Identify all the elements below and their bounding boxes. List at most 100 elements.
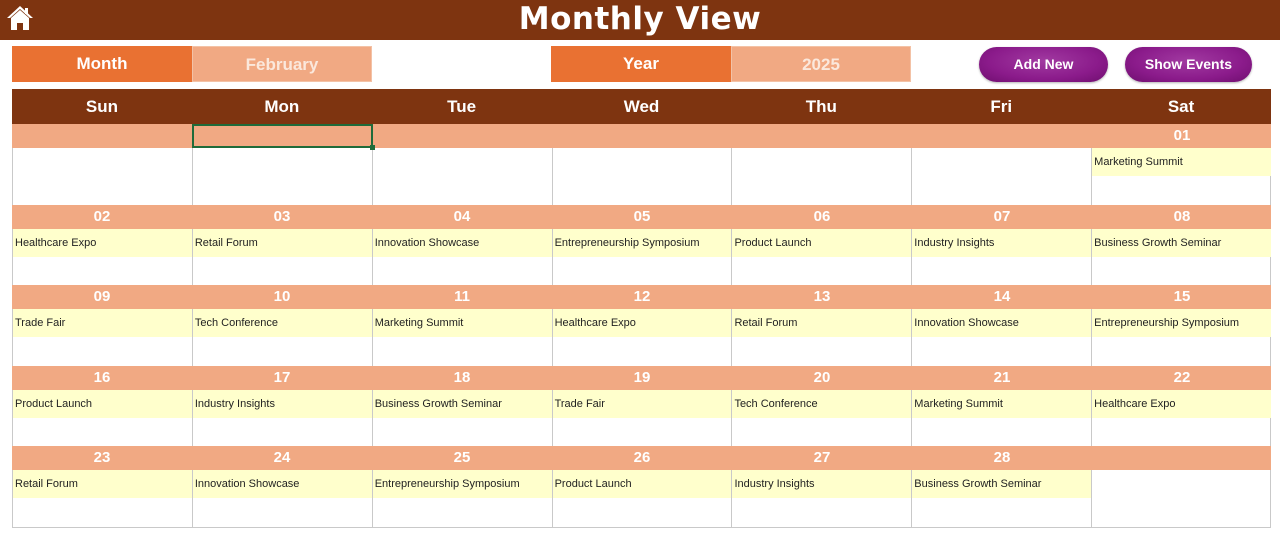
event-item[interactable]: Healthcare Expo	[13, 228, 192, 257]
day-cell[interactable]: Entrepreneurship Symposium	[371, 470, 552, 527]
day-cell[interactable]: Innovation Showcase	[191, 470, 372, 527]
date-number: 22	[1173, 368, 1191, 386]
date-number: 08	[1173, 207, 1191, 225]
date-band: 23 24 25 26 27 28	[12, 446, 1271, 470]
event-item[interactable]: Tech Conference	[192, 309, 372, 337]
date-number: 27	[813, 449, 831, 466]
day-cell[interactable]: Business Growth Seminar	[1091, 228, 1272, 286]
day-cell[interactable]: Marketing Summit	[911, 389, 1092, 447]
event-item[interactable]: Innovation Showcase	[372, 228, 552, 257]
day-cells: Trade Fair Tech Conference Marketing Summi…	[12, 309, 1272, 366]
date-number: 07	[993, 207, 1011, 225]
date-number	[1092, 446, 1272, 470]
event-item[interactable]: Marketing Summit	[372, 309, 552, 337]
day-of-week-header: Sun Mon Tue Wed Thu Fri Sat	[12, 89, 1271, 124]
day-cell[interactable]	[371, 148, 552, 205]
year-label: Year	[551, 46, 731, 82]
date-number	[12, 124, 192, 148]
event-item[interactable]: Marketing Summit	[1092, 148, 1272, 176]
week-row: 02 03 04 05 06 07 08 Healthcare Expo Retail Foru…	[12, 204, 1272, 286]
event-item[interactable]: Trade Fair	[13, 309, 192, 337]
date-number: 18	[453, 368, 471, 386]
day-cell[interactable]: Innovation Showcase	[371, 228, 552, 286]
date-number: 19	[633, 368, 651, 386]
day-header-wed: Wed	[623, 97, 660, 116]
day-cell[interactable]	[1091, 470, 1272, 527]
day-cell[interactable]: Product Launch	[12, 389, 192, 447]
event-item[interactable]: Product Launch	[552, 470, 732, 498]
event-item[interactable]: Retail Forum	[13, 470, 192, 498]
month-value[interactable]: February	[192, 46, 372, 82]
event-item[interactable]: Business Growth Seminar	[372, 389, 552, 418]
day-header-fri: Fri	[990, 97, 1013, 116]
show-events-button[interactable]: Show Events	[1125, 47, 1252, 82]
event-item[interactable]: Business Growth Seminar	[1092, 228, 1272, 257]
week-row: 23 24 25 26 27 28 Retail Forum Innovation Showc…	[12, 446, 1272, 527]
event-item[interactable]: Entrepreneurship Symposium	[372, 470, 552, 498]
day-cell[interactable]: Retail Forum	[191, 228, 372, 286]
date-number: 28	[993, 449, 1011, 466]
date-number: 06	[813, 207, 831, 225]
day-cell[interactable]: Healthcare Expo	[12, 228, 192, 286]
day-cell[interactable]: Trade Fair	[12, 309, 192, 366]
selected-cell[interactable]	[192, 124, 375, 150]
day-cell[interactable]	[731, 148, 912, 205]
event-item[interactable]: Marketing Summit	[912, 389, 1092, 418]
event-item[interactable]: Entrepreneurship Symposium	[552, 228, 732, 257]
day-cell[interactable]: Industry Insights	[911, 228, 1092, 286]
date-number	[552, 124, 732, 148]
day-cells: Healthcare Expo Retail Forum Innovation Sh…	[12, 228, 1272, 286]
day-cell[interactable]: Business Growth Seminar	[911, 470, 1092, 527]
date-number: 01	[1173, 127, 1191, 144]
day-header-sun: Sun	[85, 97, 118, 116]
date-number: 17	[273, 368, 291, 386]
day-cell[interactable]: Entrepreneurship Symposium	[1091, 309, 1272, 366]
day-cell[interactable]: Retail Forum	[12, 470, 192, 527]
date-number: 26	[633, 449, 651, 466]
event-item[interactable]: Innovation Showcase	[192, 470, 372, 498]
day-cell[interactable]: Healthcare Expo	[551, 309, 732, 366]
date-number: 23	[93, 449, 111, 466]
day-cell[interactable]: Industry Insights	[731, 470, 912, 527]
date-number: 12	[633, 288, 651, 305]
day-cell[interactable]: Trade Fair	[551, 389, 732, 447]
event-item[interactable]: Product Launch	[13, 389, 192, 418]
day-cell[interactable]: Tech Conference	[731, 389, 912, 447]
week-row: 16 17 18 19 20 21 22 Product Launch Industry Ins…	[12, 365, 1272, 447]
event-item[interactable]: Product Launch	[732, 228, 912, 257]
date-number: 11	[454, 288, 470, 305]
date-band: 09 10 11 12 13 14 15	[12, 285, 1271, 309]
event-item[interactable]: Entrepreneurship Symposium	[1092, 309, 1272, 337]
date-number: 14	[993, 288, 1011, 305]
day-cell[interactable]	[191, 148, 372, 205]
day-cells: Product Launch Industry Insights Business …	[12, 389, 1272, 447]
month-label: Month	[12, 46, 192, 82]
event-item[interactable]: Healthcare Expo	[1092, 389, 1272, 418]
day-cell[interactable]: Product Launch	[731, 228, 912, 286]
day-cell[interactable]	[911, 148, 1092, 205]
event-item[interactable]: Industry Insights	[732, 470, 912, 498]
event-item[interactable]: Industry Insights	[912, 228, 1092, 257]
event-item[interactable]: Industry Insights	[192, 389, 372, 418]
day-cell[interactable]	[12, 148, 192, 205]
day-cell[interactable]: Entrepreneurship Symposium	[551, 228, 732, 286]
day-cell[interactable]: Marketing Summit	[1091, 148, 1272, 205]
event-item[interactable]: Healthcare Expo	[552, 309, 732, 337]
day-cell[interactable]: Healthcare Expo	[1091, 389, 1272, 447]
event-item[interactable]: Trade Fair	[552, 389, 732, 418]
day-cell[interactable]: Marketing Summit	[371, 309, 552, 366]
day-cell[interactable]: Retail Forum	[731, 309, 912, 366]
event-item[interactable]: Innovation Showcase	[912, 309, 1092, 337]
event-item[interactable]: Retail Forum	[732, 309, 912, 337]
day-cell[interactable]: Industry Insights	[191, 389, 372, 447]
day-cell[interactable]: Innovation Showcase	[911, 309, 1092, 366]
add-new-button[interactable]: Add New	[979, 47, 1108, 82]
event-item[interactable]: Business Growth Seminar	[912, 470, 1092, 498]
day-cell[interactable]: Tech Conference	[191, 309, 372, 366]
day-cell[interactable]: Business Growth Seminar	[371, 389, 552, 447]
day-cell[interactable]: Product Launch	[551, 470, 732, 527]
event-item[interactable]: Tech Conference	[732, 389, 912, 418]
event-item[interactable]: Retail Forum	[192, 228, 372, 257]
year-value[interactable]: 2025	[731, 46, 911, 82]
day-cell[interactable]	[551, 148, 732, 205]
